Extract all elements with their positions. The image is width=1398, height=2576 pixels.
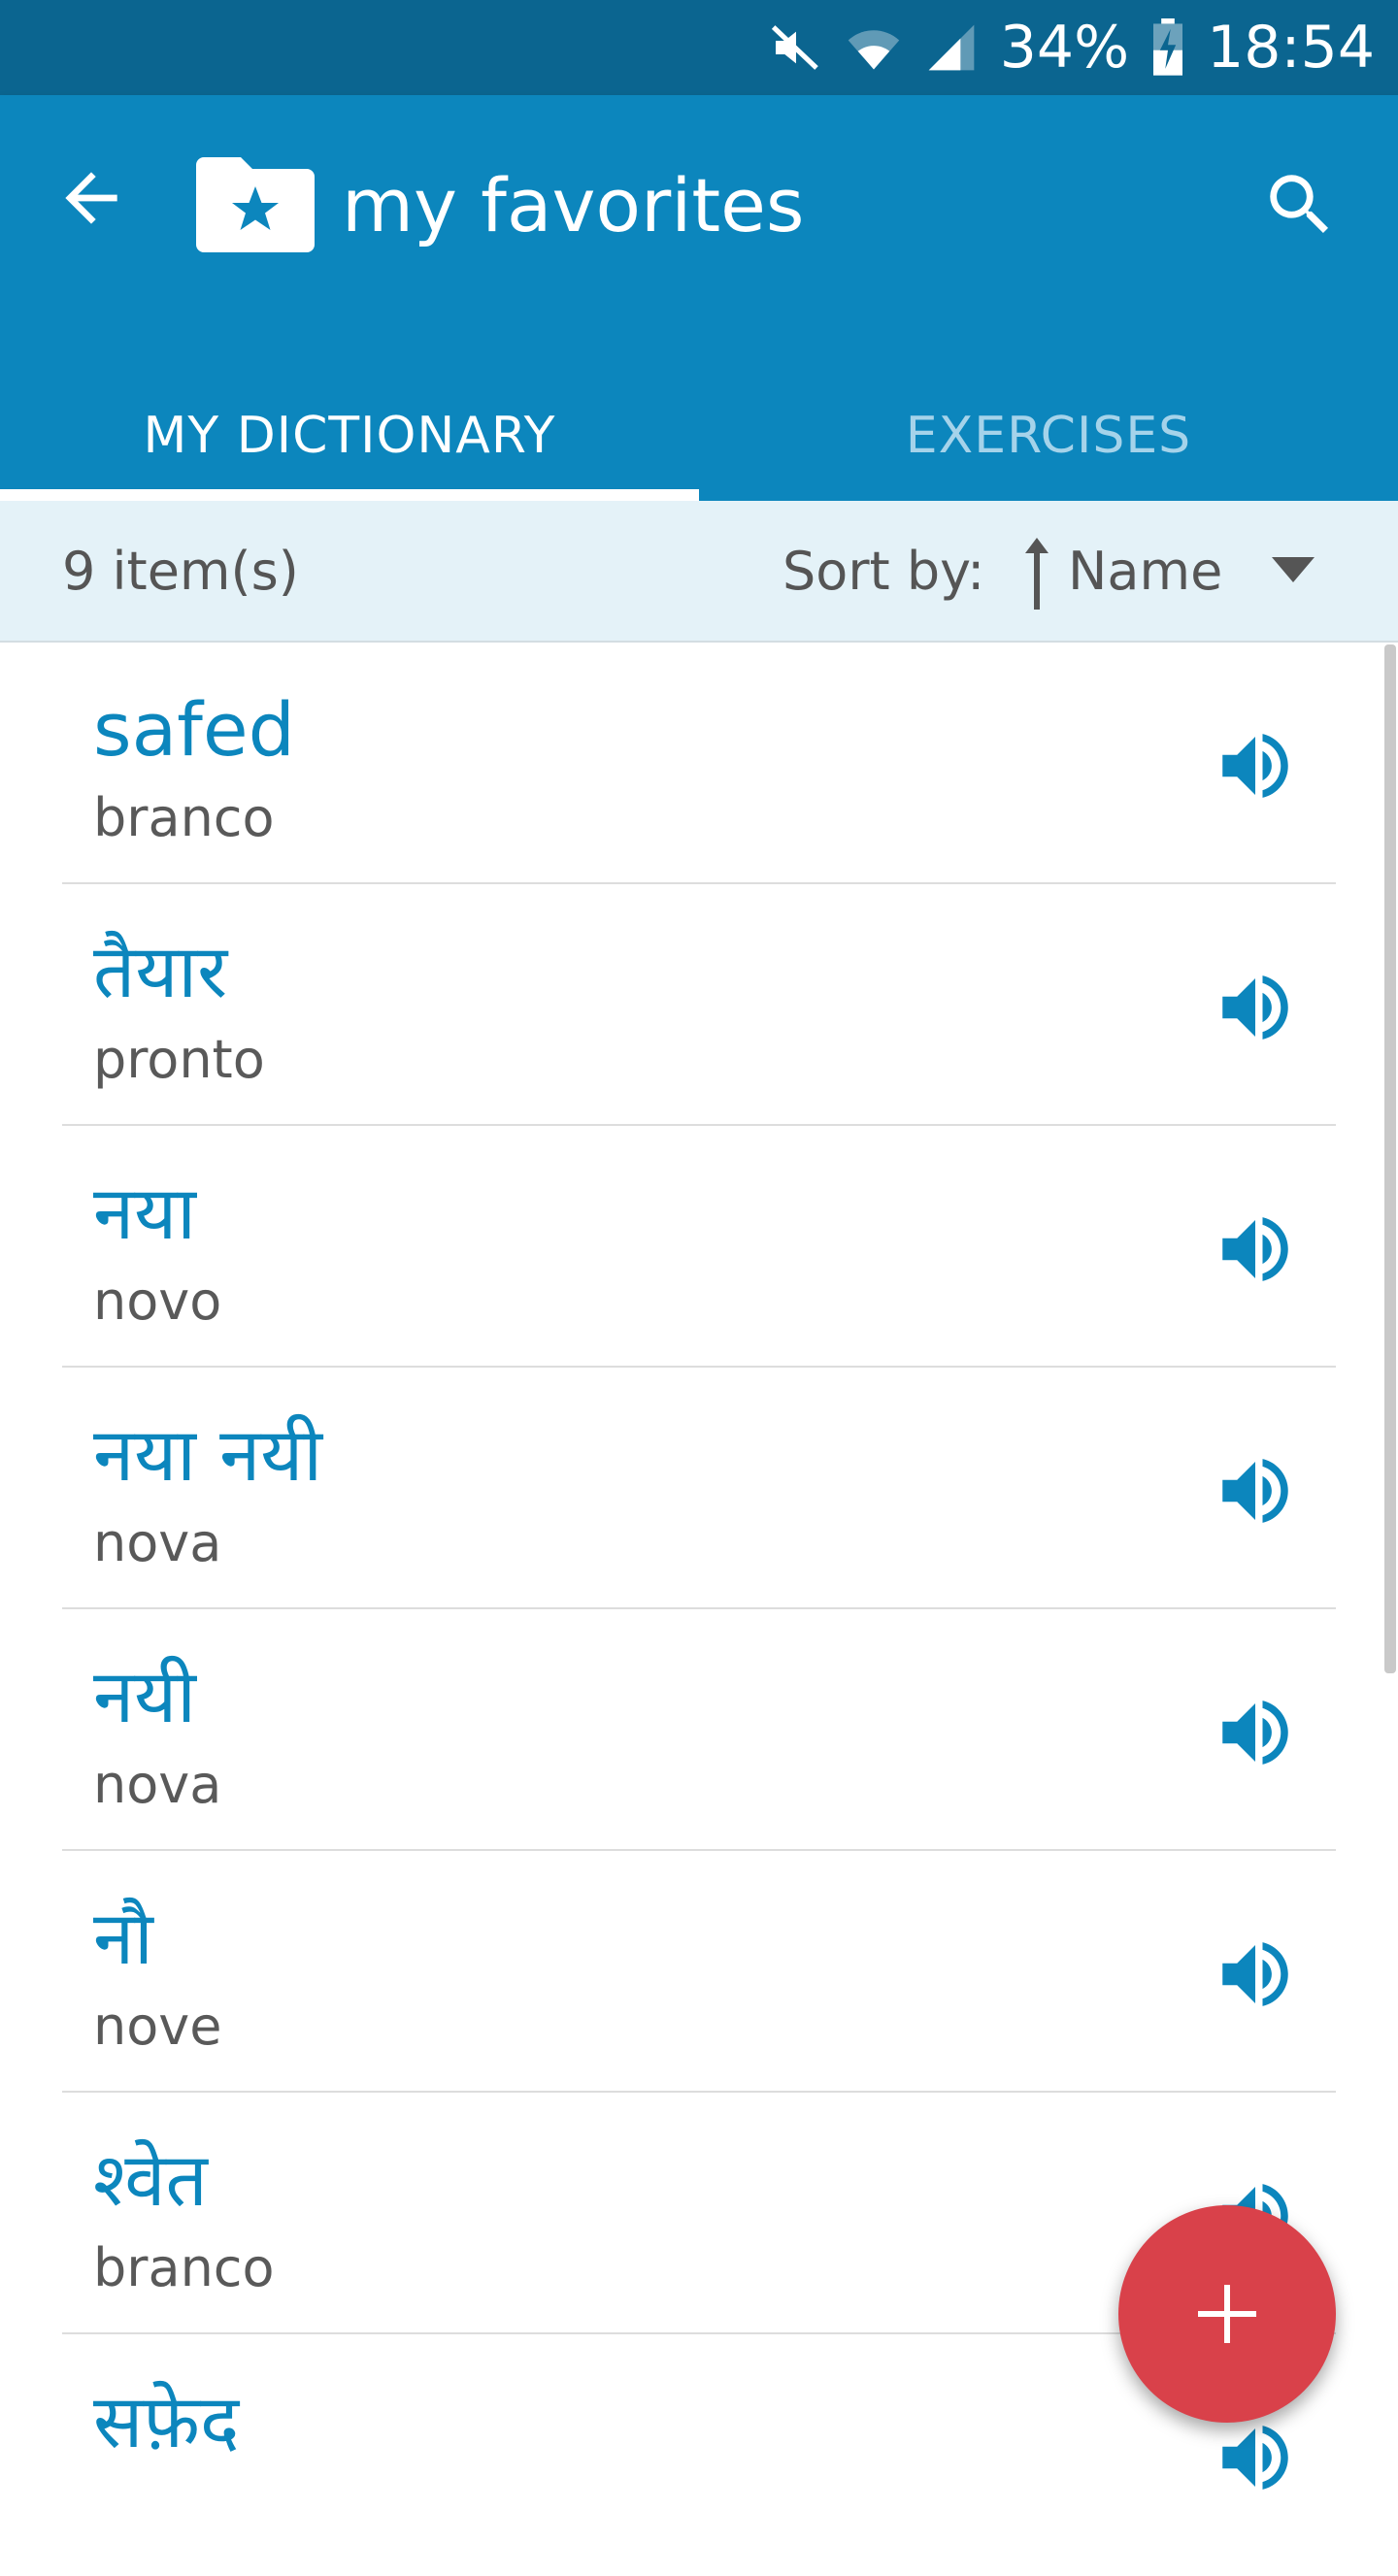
status-icons: 34% 18:54 — [769, 0, 1375, 95]
search-icon — [1270, 175, 1329, 234]
word: तैयार — [93, 928, 228, 1014]
word: safed — [93, 686, 295, 773]
sort-dropdown[interactable]: Name — [1010, 501, 1359, 643]
mute-icon — [769, 20, 823, 75]
status-bar: 34% 18:54 — [0, 0, 1398, 95]
dropdown-triangle-icon — [1272, 557, 1315, 582]
word: नयी — [93, 1653, 196, 1739]
back-button[interactable] — [52, 159, 130, 237]
speaker-icon — [1222, 1701, 1288, 1765]
wifi-icon — [845, 18, 903, 77]
word: नया — [93, 1170, 196, 1256]
scrollbar[interactable] — [1384, 644, 1396, 1673]
word: नौ — [93, 1895, 153, 1981]
play-audio-button[interactable] — [1212, 1689, 1299, 1776]
clock: 18:54 — [1207, 14, 1375, 82]
tab-exercises[interactable]: EXERCISES — [699, 371, 1398, 501]
word: सफ़ेद — [93, 2378, 240, 2464]
page-title: my favorites — [342, 162, 805, 248]
list-item[interactable]: नौ nove — [0, 1851, 1398, 2093]
translation: nova — [93, 1754, 222, 1815]
speaker-icon — [1222, 1217, 1288, 1281]
active-tab-indicator — [0, 489, 699, 501]
battery-charging-icon — [1150, 18, 1185, 77]
translation: pronto — [93, 1029, 265, 1090]
speaker-icon — [1222, 2426, 1288, 2490]
tab-label: MY DICTIONARY — [143, 407, 556, 465]
list-item[interactable]: नया novo — [0, 1126, 1398, 1368]
signal-icon — [924, 20, 979, 75]
speaker-icon — [1222, 734, 1288, 798]
folder-star-icon — [196, 157, 315, 252]
translation: novo — [93, 1271, 222, 1332]
translation: branco — [93, 787, 275, 848]
battery-percent: 34% — [999, 14, 1130, 82]
translation: nova — [93, 1512, 222, 1573]
tab-label: EXERCISES — [905, 407, 1192, 465]
tab-my-dictionary[interactable]: MY DICTIONARY — [0, 371, 699, 501]
arrow-left-icon — [65, 172, 117, 224]
word: नया नयी — [93, 1411, 323, 1498]
sort-bar: 9 item(s) Sort by: Name — [0, 501, 1398, 643]
translation: nove — [93, 1996, 222, 2057]
list-item[interactable]: नयी nova — [0, 1609, 1398, 1851]
plus-icon — [1198, 2285, 1256, 2343]
play-audio-button[interactable] — [1212, 722, 1299, 809]
tab-bar: MY DICTIONARY EXERCISES — [0, 371, 1398, 501]
sort-ascending-icon — [1025, 538, 1048, 610]
word: श्वेत — [93, 2136, 208, 2223]
speaker-icon — [1222, 1942, 1288, 2006]
speaker-icon — [1222, 975, 1288, 1040]
add-word-button[interactable] — [1118, 2205, 1336, 2423]
search-button[interactable] — [1260, 165, 1340, 245]
list-item[interactable]: तैयार pronto — [0, 884, 1398, 1126]
sort-label: Sort by: — [782, 541, 985, 602]
play-audio-button[interactable] — [1212, 1205, 1299, 1293]
item-count: 9 item(s) — [62, 541, 299, 602]
list-item[interactable]: safed branco — [0, 643, 1398, 884]
translation: branco — [93, 2237, 275, 2298]
play-audio-button[interactable] — [1212, 2414, 1299, 2501]
list-item[interactable]: नया नयी nova — [0, 1368, 1398, 1609]
play-audio-button[interactable] — [1212, 1931, 1299, 2018]
play-audio-button[interactable] — [1212, 1447, 1299, 1535]
speaker-icon — [1222, 1459, 1288, 1523]
play-audio-button[interactable] — [1212, 964, 1299, 1051]
sort-value: Name — [1068, 541, 1223, 602]
app-bar: my favorites MY DICTIONARY EXERCISES — [0, 95, 1398, 501]
